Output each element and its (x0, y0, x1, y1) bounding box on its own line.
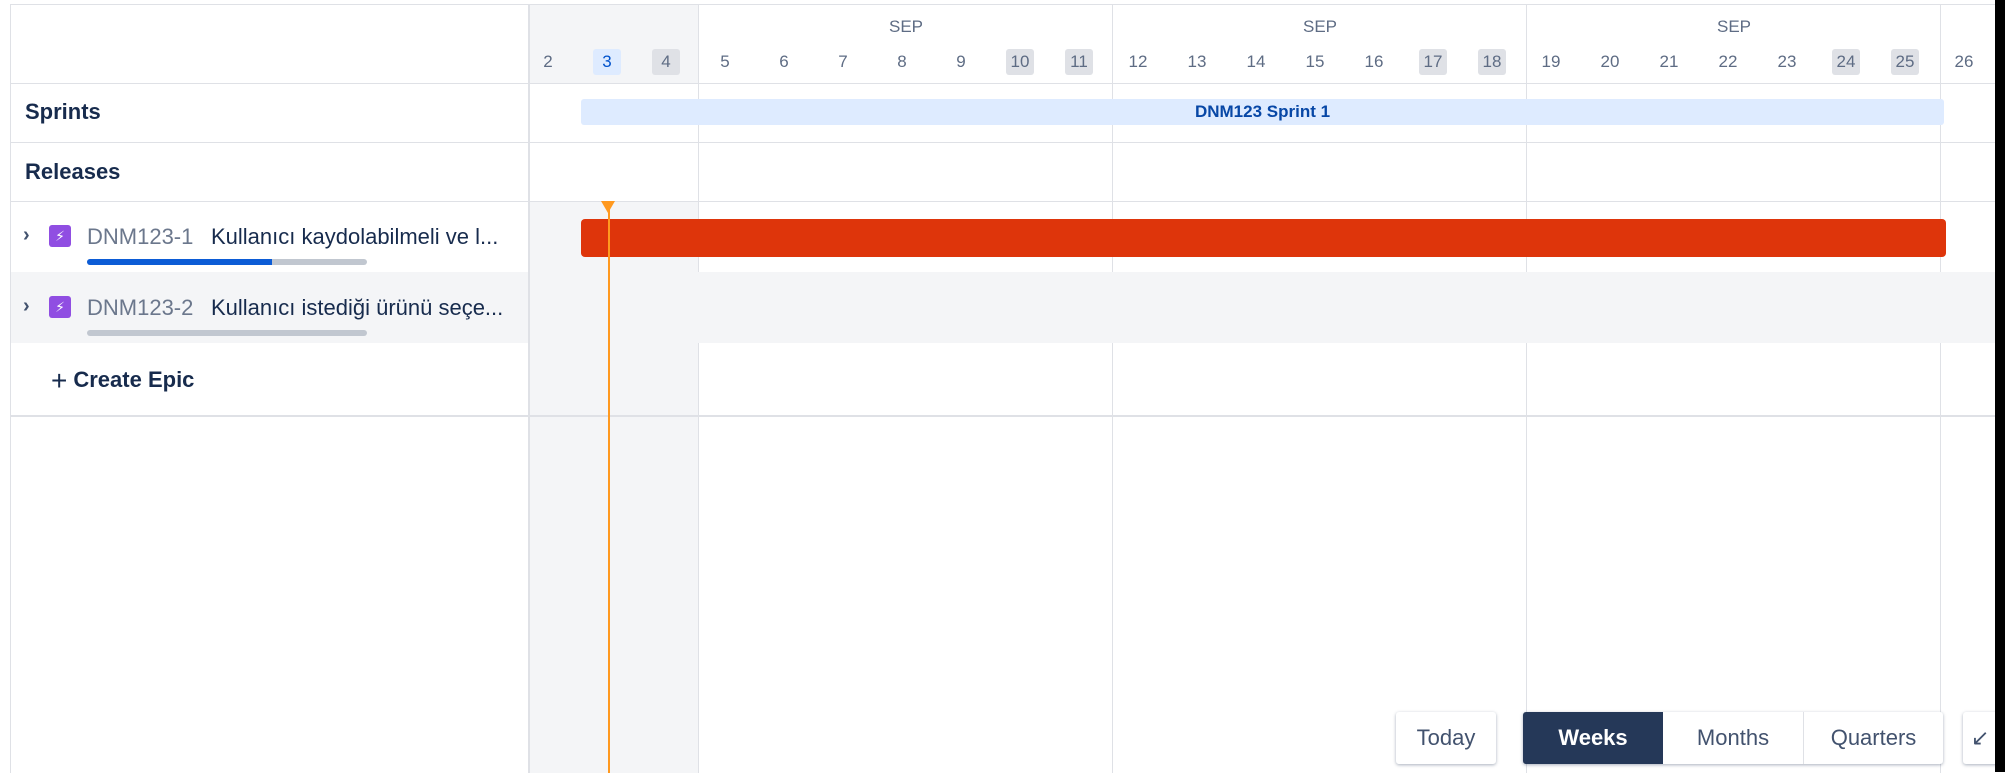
day-label: 26 (1954, 52, 1974, 71)
day-label: 17 (1419, 49, 1447, 75)
day-label-today: 3 (593, 49, 621, 75)
progress-fill (87, 259, 272, 265)
day-label: 24 (1832, 49, 1860, 75)
weeks-button[interactable]: Weeks (1523, 712, 1663, 764)
row-divider (11, 201, 2005, 202)
day-label: 7 (838, 52, 848, 71)
epic-title[interactable]: Kullanıcı kaydolabilmeli ve l... (211, 224, 498, 250)
today-button[interactable]: Today (1396, 712, 1496, 764)
zoom-segmented-control: Weeks Months Quarters (1523, 712, 1943, 764)
epic-progress-bar (87, 259, 367, 265)
create-epic-label: Create Epic (73, 367, 195, 392)
day-label: 13 (1187, 52, 1207, 71)
day-label: 22 (1718, 52, 1738, 71)
epic-title[interactable]: Kullanıcı istediği ürünü seçe... (211, 295, 503, 321)
day-label: 19 (1541, 52, 1561, 71)
expand-arrow-icon: ↙ (1971, 725, 1990, 750)
sprints-row-label: Sprints (25, 99, 101, 124)
row-divider (11, 142, 2005, 143)
epic-key[interactable]: DNM123-1 (87, 224, 193, 250)
expand-chevron-icon[interactable]: › (23, 295, 30, 318)
day-label: 14 (1246, 52, 1266, 71)
day-label: 5 (720, 52, 730, 71)
panel-divider[interactable] (528, 5, 530, 773)
epic-bar[interactable] (581, 219, 1946, 257)
epic-progress-bar (87, 330, 367, 336)
day-label: 6 (779, 52, 789, 71)
roadmap-timeline: SEP SEP SEP 2 3 4 5 6 7 8 9 10 11 12 13 … (10, 4, 2005, 773)
month-label: SEP (888, 17, 924, 36)
months-button[interactable]: Months (1663, 712, 1803, 764)
day-label: 21 (1659, 52, 1679, 71)
day-label: 18 (1478, 49, 1506, 75)
plus-icon: + (51, 365, 68, 396)
day-label: 2 (543, 52, 553, 71)
day-label: 23 (1777, 52, 1797, 71)
day-label: 4 (652, 49, 680, 75)
header-divider (11, 83, 2005, 84)
day-label: 15 (1305, 52, 1325, 71)
month-label: SEP (1302, 17, 1338, 36)
create-epic-button[interactable]: + Create Epic (51, 365, 194, 397)
month-label: SEP (1716, 17, 1752, 36)
day-label: 9 (956, 52, 966, 71)
day-label: 16 (1364, 52, 1384, 71)
sprint-bar[interactable]: DNM123 Sprint 1 (581, 99, 1944, 125)
lightning-icon: ⚡ (49, 296, 71, 318)
quarters-button[interactable]: Quarters (1804, 712, 1943, 764)
lightning-icon: ⚡ (49, 225, 71, 247)
day-label: 12 (1128, 52, 1148, 71)
day-label: 8 (897, 52, 907, 71)
epic-key[interactable]: DNM123-2 (87, 295, 193, 321)
day-label: 20 (1600, 52, 1620, 71)
today-line (608, 205, 610, 773)
window-edge (1995, 0, 2005, 772)
day-label: 11 (1065, 49, 1093, 75)
day-label: 25 (1891, 49, 1919, 75)
releases-row-label: Releases (25, 159, 121, 184)
content-divider (11, 415, 2005, 417)
expand-chevron-icon[interactable]: › (23, 224, 30, 247)
day-label: 10 (1006, 49, 1034, 75)
